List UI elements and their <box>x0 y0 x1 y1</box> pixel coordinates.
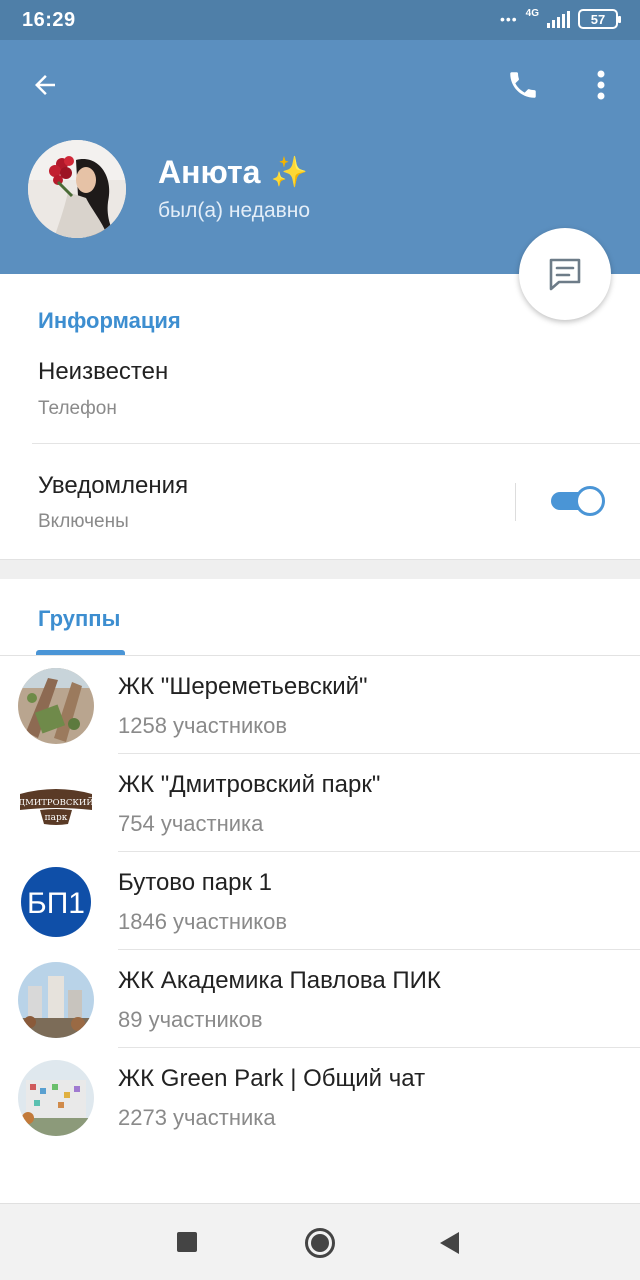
group-list-item[interactable]: ЖК "Шереметьевский" 1258 участников <box>0 656 640 754</box>
group-logo-dmitrovsky: ДМИТРОВСКИЙ парк <box>18 766 94 842</box>
profile-name-row: Анюта ✨ <box>158 154 308 191</box>
group-name: ЖК Green Park | Общий чат <box>118 1065 426 1092</box>
group-avatar <box>18 1060 94 1136</box>
group-member-count: 754 участника <box>118 811 264 836</box>
toggle-knob <box>575 486 605 516</box>
svg-text:ДМИТРОВСКИЙ: ДМИТРОВСКИЙ <box>18 796 94 808</box>
group-name: ЖК "Шереметьевский" <box>118 673 368 700</box>
group-avatar <box>18 668 94 744</box>
system-nav-bar <box>0 1203 640 1280</box>
group-member-count: 1846 участников <box>118 909 288 934</box>
info-section-title: Информация <box>38 308 181 333</box>
signal-icon <box>547 10 570 28</box>
status-bar: 16:29 ••• 4G 57 <box>0 0 640 40</box>
group-name: Бутово парк 1 <box>118 869 272 896</box>
network-type: 4G <box>525 7 539 19</box>
group-member-count: 89 участников <box>118 1007 263 1032</box>
status-icons: ••• 4G 57 <box>499 7 621 29</box>
toggle-separator <box>515 483 516 521</box>
battery-icon: 57 <box>578 9 621 29</box>
message-icon <box>549 258 581 291</box>
send-message-button[interactable] <box>519 228 611 320</box>
notifications-status: Включены <box>38 511 129 532</box>
recent-apps-icon[interactable] <box>177 1232 197 1252</box>
profile-photo <box>28 140 126 238</box>
svg-text:БП1: БП1 <box>27 887 85 920</box>
sparkles-emoji: ✨ <box>270 156 308 189</box>
group-list-item[interactable]: ДМИТРОВСКИЙ парк ЖК "Дмитровский парк" 7… <box>0 754 640 852</box>
phone-value[interactable]: Неизвестен <box>38 358 168 386</box>
svg-text:парк: парк <box>45 813 68 823</box>
group-avatar <box>18 962 94 1038</box>
group-name: ЖК "Дмитровский парк" <box>118 771 381 798</box>
group-name: ЖК Академика Павлова ПИК <box>118 967 441 994</box>
group-photo-green-park <box>18 1060 94 1136</box>
call-button[interactable] <box>500 62 546 108</box>
status-time: 16:29 <box>22 9 76 31</box>
group-list-item[interactable]: БП1 Бутово парк 1 1846 участников <box>0 852 640 950</box>
tab-groups[interactable]: Группы <box>38 606 120 632</box>
arrow-left-icon <box>35 75 55 95</box>
group-list-item[interactable]: ЖК Green Park | Общий чат 2273 участника <box>0 1048 640 1146</box>
more-menu-button[interactable] <box>582 62 620 108</box>
notifications-toggle[interactable] <box>549 485 607 517</box>
info-divider <box>32 443 640 444</box>
notification-dots-icon: ••• <box>499 11 518 27</box>
home-icon[interactable] <box>305 1228 335 1258</box>
group-avatar: БП1 <box>18 864 94 940</box>
group-logo-butovo: БП1 <box>18 864 94 940</box>
group-photo-pavlova <box>18 962 94 1038</box>
battery-level: 57 <box>590 11 606 27</box>
group-member-count: 1258 участников <box>118 713 288 738</box>
profile-name: Анюта <box>158 154 261 190</box>
back-triangle-icon[interactable] <box>440 1232 459 1254</box>
more-vertical-icon <box>597 70 605 100</box>
last-seen-status: был(а) недавно <box>158 199 311 222</box>
phone-label: Телефон <box>38 398 117 419</box>
group-member-count: 2273 участника <box>118 1105 276 1130</box>
group-avatar: ДМИТРОВСКИЙ парк <box>18 766 94 842</box>
profile-avatar[interactable] <box>28 140 126 238</box>
group-list-item[interactable]: ЖК Академика Павлова ПИК 89 участников <box>0 950 640 1048</box>
back-button[interactable] <box>24 64 66 106</box>
section-separator <box>0 559 640 579</box>
notifications-label[interactable]: Уведомления <box>38 472 188 500</box>
group-photo-sheremetyevsky <box>18 668 94 744</box>
phone-icon <box>510 72 536 98</box>
